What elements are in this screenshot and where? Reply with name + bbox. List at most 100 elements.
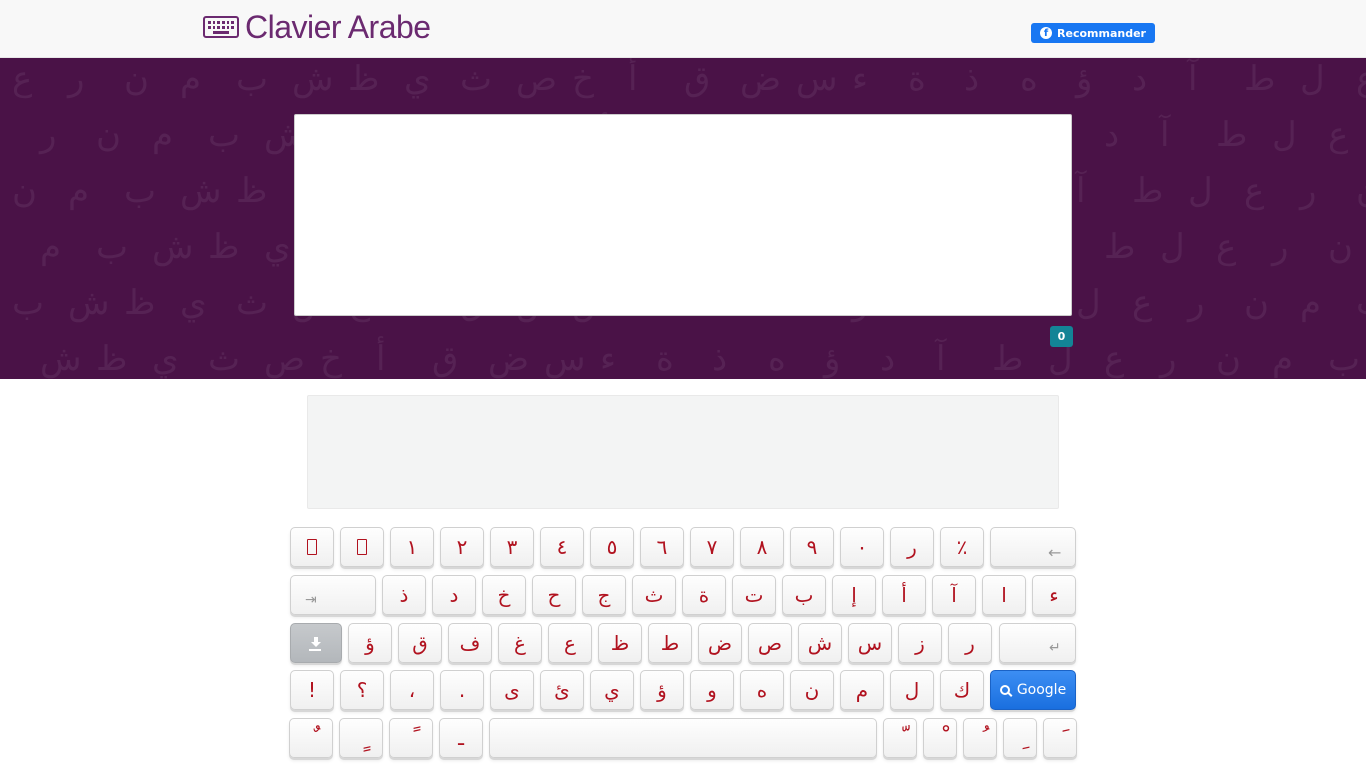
key-r2-9[interactable]: إ [832, 575, 876, 615]
key-label: ؤ [365, 631, 375, 655]
key-r4-2[interactable]: ، [390, 670, 434, 710]
arabic-text-area[interactable] [294, 114, 1072, 316]
key-r1-0[interactable] [290, 527, 334, 567]
tab-icon: ⇥ [305, 592, 317, 608]
key-r5-left-0[interactable]: ٌ [289, 718, 333, 758]
google-search-button[interactable]: Google [990, 670, 1076, 710]
key-r5-right-0[interactable]: ّ [883, 718, 917, 758]
key-r1-8[interactable]: ٧ [690, 527, 734, 567]
key-label: ٢ [456, 535, 468, 559]
key-label: . [458, 678, 466, 702]
key-r4-3[interactable]: . [440, 670, 484, 710]
key-r2-3[interactable]: ح [532, 575, 576, 615]
key-r3-4[interactable]: ع [548, 623, 592, 663]
key-r2-12[interactable]: ا [982, 575, 1026, 615]
space-key[interactable] [489, 718, 877, 758]
key-label: ح [547, 583, 561, 607]
key-r4-12[interactable]: ل [890, 670, 934, 710]
key-r1-5[interactable]: ٤ [540, 527, 584, 567]
enter-key[interactable]: ↵ [999, 623, 1076, 663]
key-r4-1[interactable]: ؟ [340, 670, 384, 710]
key-r4-0[interactable]: ! [290, 670, 334, 710]
key-r2-1[interactable]: د [432, 575, 476, 615]
key-r3-1[interactable]: ق [398, 623, 442, 663]
download-icon [310, 637, 322, 649]
key-r2-7[interactable]: ت [732, 575, 776, 615]
key-r5-right-1[interactable]: ْ [923, 718, 957, 758]
key-r1-13[interactable]: ٪ [940, 527, 984, 567]
key-label: ر [965, 631, 975, 655]
character-count-badge: 0 [1050, 326, 1073, 347]
key-label: ظ [610, 631, 630, 655]
key-r4-13[interactable]: ك [940, 670, 984, 710]
key-label: ، [408, 678, 416, 702]
key-label: إ [851, 583, 857, 607]
key-r3-0[interactable]: ؤ [348, 623, 392, 663]
tab-key[interactable]: ⇥ [290, 575, 376, 615]
key-r2-6[interactable]: ة [682, 575, 726, 615]
key-r1-9[interactable]: ٨ [740, 527, 784, 567]
key-r1-12[interactable]: ر [890, 527, 934, 567]
key-r1-11[interactable]: ٠ [840, 527, 884, 567]
key-label: ء [1049, 583, 1059, 607]
key-r3-8[interactable]: ص [748, 623, 792, 663]
enter-icon: ↵ [1049, 640, 1061, 656]
key-r3-5[interactable]: ظ [598, 623, 642, 663]
key-label: و [707, 678, 717, 702]
key-label: ؤ [657, 678, 667, 702]
key-r3-11[interactable]: ز [898, 623, 942, 663]
key-r3-12[interactable]: ر [948, 623, 992, 663]
key-r4-4[interactable]: ى [490, 670, 534, 710]
key-r3-6[interactable]: ط [648, 623, 692, 663]
site-logo[interactable]: Clavier Arabe [203, 6, 431, 48]
ad-placeholder [307, 395, 1059, 509]
download-tray-icon [309, 649, 321, 651]
key-r1-3[interactable]: ٢ [440, 527, 484, 567]
key-r2-5[interactable]: ث [632, 575, 676, 615]
facebook-recommend-button[interactable]: f Recommander [1031, 23, 1155, 43]
key-r3-9[interactable]: ش [798, 623, 842, 663]
key-r4-9[interactable]: ه [740, 670, 784, 710]
backspace-key[interactable]: ← [990, 527, 1076, 567]
key-label: ص [757, 631, 783, 655]
key-r5-left-3[interactable]: ـ [439, 718, 483, 758]
key-label: م [855, 678, 869, 702]
key-r2-2[interactable]: خ [482, 575, 526, 615]
site-title: Clavier Arabe [245, 8, 431, 45]
key-label: ط [660, 631, 680, 655]
key-r2-10[interactable]: أ [882, 575, 926, 615]
key-r3-2[interactable]: ف [448, 623, 492, 663]
key-r1-4[interactable]: ٣ [490, 527, 534, 567]
key-r3-10[interactable]: س [848, 623, 892, 663]
key-label: ٣ [506, 535, 518, 559]
key-r3-7[interactable]: ض [698, 623, 742, 663]
key-r4-6[interactable]: ي [590, 670, 634, 710]
key-label: ش [807, 631, 833, 655]
key-r2-11[interactable]: آ [932, 575, 976, 615]
key-label: ٥ [606, 535, 618, 559]
facebook-icon: f [1040, 27, 1053, 39]
key-r1-2[interactable]: ١ [390, 527, 434, 567]
key-r4-8[interactable]: و [690, 670, 734, 710]
key-r3-3[interactable]: غ [498, 623, 542, 663]
key-r5-right-3[interactable]: ِ [1003, 718, 1037, 758]
key-r1-1[interactable] [340, 527, 384, 567]
key-r1-10[interactable]: ٩ [790, 527, 834, 567]
key-r5-right-2[interactable]: ُ [963, 718, 997, 758]
key-r5-right-4[interactable]: َ [1043, 718, 1077, 758]
key-r4-7[interactable]: ؤ [640, 670, 684, 710]
download-button[interactable] [290, 623, 342, 663]
key-r2-0[interactable]: ذ [382, 575, 426, 615]
key-r1-7[interactable]: ٦ [640, 527, 684, 567]
key-r5-left-1[interactable]: ٍ [339, 718, 383, 758]
key-r2-13[interactable]: ء [1032, 575, 1076, 615]
key-label: ر [907, 535, 917, 559]
key-r4-10[interactable]: ن [790, 670, 834, 710]
key-r2-4[interactable]: ج [582, 575, 626, 615]
unknown-glyph-icon [357, 539, 367, 555]
key-r4-5[interactable]: ئ [540, 670, 584, 710]
key-r2-8[interactable]: ب [782, 575, 826, 615]
key-r1-6[interactable]: ٥ [590, 527, 634, 567]
key-r5-left-2[interactable]: ً [389, 718, 433, 758]
key-r4-11[interactable]: م [840, 670, 884, 710]
